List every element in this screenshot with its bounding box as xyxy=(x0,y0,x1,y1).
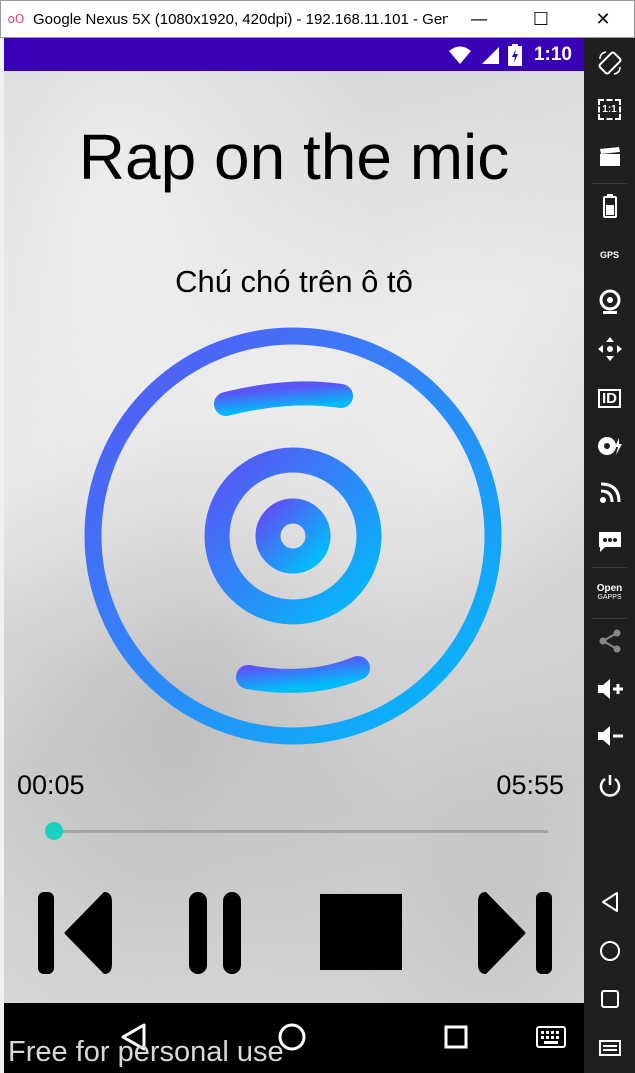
sms-icon xyxy=(598,532,621,552)
share-icon xyxy=(599,629,620,653)
stop-icon[interactable] xyxy=(318,888,404,970)
song-title: Chú chó trên ô tô xyxy=(175,264,413,299)
clapperboard-icon xyxy=(599,147,620,166)
emulator-sidebar: 1:1 GPS ID Open GAPPS xyxy=(584,38,635,1073)
rotate-button[interactable] xyxy=(584,48,635,78)
home-icon xyxy=(599,941,620,961)
gps-button[interactable]: GPS xyxy=(584,240,635,270)
sidebar-back-button[interactable] xyxy=(584,887,635,917)
current-time: 00:05 xyxy=(17,770,85,800)
seek-bar[interactable] xyxy=(44,822,548,840)
battery-charging-icon xyxy=(507,43,522,66)
window-title: Google Nexus 5X (1080x1920, 420dpi) - 19… xyxy=(33,10,448,28)
volume-up-button[interactable] xyxy=(584,674,635,704)
status-bar: 1:10 xyxy=(4,38,584,71)
network-button[interactable] xyxy=(584,478,635,508)
camera-button[interactable] xyxy=(584,287,635,317)
menu-icon xyxy=(598,1040,621,1056)
sidebar-menu-button[interactable] xyxy=(584,1033,635,1063)
screenshot-button[interactable] xyxy=(584,142,635,172)
maximize-button[interactable]: ☐ xyxy=(510,0,572,38)
close-button[interactable]: ✕ xyxy=(572,0,634,38)
nav-recents-button[interactable] xyxy=(426,1003,486,1071)
webcam-icon xyxy=(599,289,620,314)
nav-keyboard-button[interactable] xyxy=(526,1003,576,1071)
dpad-icon xyxy=(597,337,622,361)
signal-icon xyxy=(481,46,499,64)
keyboard-icon xyxy=(536,1026,566,1048)
open-gapps-icon: Open GAPPS xyxy=(597,584,623,602)
recents-icon xyxy=(600,990,619,1008)
playback-controls xyxy=(4,888,584,988)
back-icon xyxy=(601,892,618,912)
genymotion-logo-icon: oO xyxy=(7,12,25,26)
previous-icon[interactable] xyxy=(36,888,114,978)
share-button[interactable] xyxy=(584,626,635,656)
status-clock: 1:10 xyxy=(533,43,572,65)
minimize-button[interactable]: — xyxy=(448,0,510,38)
seek-bar-thumb[interactable] xyxy=(44,822,63,840)
dpad-button[interactable] xyxy=(584,334,635,364)
pause-icon[interactable] xyxy=(187,888,243,978)
open-gapps-button[interactable]: Open GAPPS xyxy=(584,578,635,608)
recents-icon xyxy=(444,1025,468,1049)
sidebar-recents-button[interactable] xyxy=(584,984,635,1014)
total-time: 05:55 xyxy=(496,770,564,800)
next-icon[interactable] xyxy=(476,888,554,978)
app-title: Rap on the mic xyxy=(78,121,510,193)
media-button[interactable] xyxy=(584,431,635,461)
rotate-icon xyxy=(598,51,621,75)
volume-down-button[interactable] xyxy=(584,721,635,751)
power-button[interactable] xyxy=(584,770,635,800)
battery-button[interactable] xyxy=(584,191,635,221)
gapps-label-open: Open xyxy=(596,583,623,594)
gapps-label-gapps: GAPPS xyxy=(597,594,622,601)
fit-screen-icon: 1:1 xyxy=(598,98,621,120)
wifi-icon xyxy=(448,46,471,64)
battery-icon xyxy=(602,194,617,218)
identifiers-button[interactable]: ID xyxy=(584,383,635,413)
volume-up-icon xyxy=(597,679,623,699)
watermark-text: Free for personal use xyxy=(8,1036,284,1068)
emulator-window: oO Google Nexus 5X (1080x1920, 420dpi) -… xyxy=(0,0,635,1073)
fit-screen-button[interactable]: 1:1 xyxy=(584,94,635,124)
id-icon: ID xyxy=(598,388,621,408)
rss-icon xyxy=(599,482,620,503)
sms-button[interactable] xyxy=(584,527,635,557)
power-icon xyxy=(599,775,620,797)
volume-down-icon xyxy=(597,726,623,746)
sidebar-home-button[interactable] xyxy=(584,936,635,966)
disc-icon xyxy=(84,327,502,745)
device-screen: 1:10 Rap on the mic Chú chó trên ô tô 00… xyxy=(4,38,584,1073)
window-title-bar: oO Google Nexus 5X (1080x1920, 420dpi) -… xyxy=(0,0,635,38)
disc-charge-icon xyxy=(597,437,622,455)
gps-icon: GPS xyxy=(599,249,619,260)
